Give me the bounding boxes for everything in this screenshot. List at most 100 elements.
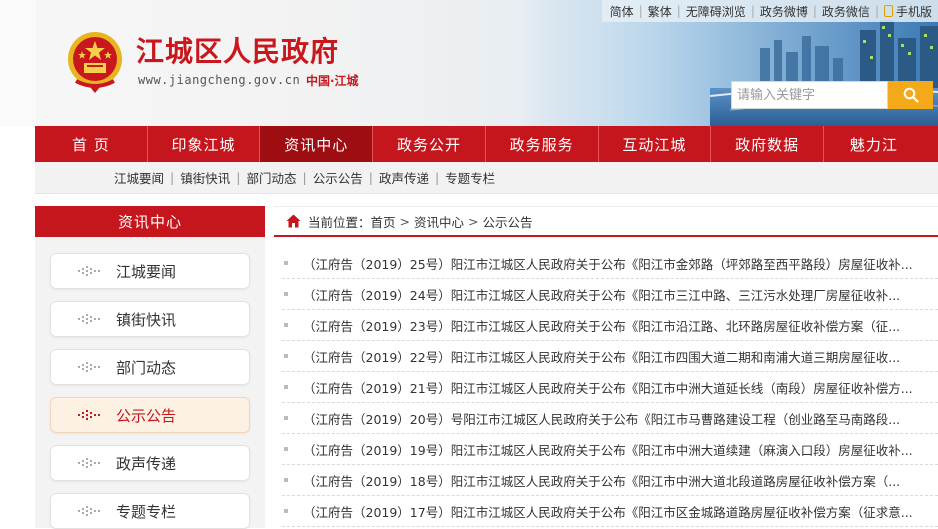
main-content: 当前位置： 首页 > 资讯中心 > 公示公告 （江府告（2019）25号）阳江市…: [274, 206, 938, 528]
bullet-icon: [284, 323, 288, 327]
nav-charm[interactable]: 魅力江: [824, 126, 938, 162]
divider: |: [676, 4, 681, 18]
subnav-item[interactable]: 专题专栏: [445, 168, 495, 187]
link-weibo[interactable]: 政务微博: [760, 3, 808, 20]
site-header: 江城区人民政府 www.jiangcheng.gov.cn 中国·江城 简体 |…: [0, 0, 938, 126]
list-item[interactable]: （江府告（2019）18号）阳江市江城区人民政府关于公布《阳江市中洲大道北段道路…: [282, 465, 938, 496]
sidebar-item-label: 专题专栏: [116, 502, 177, 521]
sidebar-item[interactable]: 政声传递: [50, 445, 250, 481]
main-nav: 首 页 印象江城 资讯中心 政务公开 政务服务 互动江城 政府数据 魅力江: [35, 126, 938, 162]
nav-home[interactable]: 首 页: [35, 126, 148, 162]
list-item[interactable]: （江府告（2019）24号）阳江市江城区人民政府关于公布《阳江市三江中路、三江污…: [282, 279, 938, 310]
article-title: （江府告（2019）25号）阳江市江城区人民政府关于公布《阳江市金郊路（坪郊路至…: [303, 256, 913, 272]
bullet-icon: [284, 509, 288, 513]
dots-icon: [78, 458, 100, 468]
link-mobile[interactable]: 手机版: [883, 3, 932, 20]
top-links: 简体 | 繁体 | 无障碍浏览 | 政务微博 | 政务微信 | 手机版: [601, 0, 938, 22]
nav-gov-services[interactable]: 政务服务: [486, 126, 599, 162]
breadcrumb-label: 当前位置：: [308, 214, 371, 230]
home-icon: [286, 214, 301, 228]
bullet-icon: [284, 261, 288, 265]
article-list: （江府告（2019）25号）阳江市江城区人民政府关于公布《阳江市金郊路（坪郊路至…: [282, 248, 938, 527]
sub-nav: 江城要闻 | 镇街快讯 | 部门动态 | 公示公告 | 政声传递 | 专题专栏: [35, 162, 938, 194]
site-region: 中国·江城: [306, 74, 359, 88]
nav-gov-data[interactable]: 政府数据: [711, 126, 824, 162]
link-simplified[interactable]: 简体: [610, 3, 634, 20]
subnav-item[interactable]: 江城要闻: [114, 168, 164, 187]
list-item[interactable]: （江府告（2019）22号）阳江市江城区人民政府关于公布《阳江市四围大道二期和南…: [282, 341, 938, 372]
national-emblem-icon: [68, 32, 122, 93]
site-title: 江城区人民政府: [136, 35, 340, 68]
site-url: www.jiangcheng.gov.cn: [138, 73, 301, 87]
sidebar-item-label: 江城要闻: [116, 262, 177, 281]
dots-icon: [78, 314, 100, 324]
chevron-right-icon: >: [468, 213, 479, 229]
article-title: （江府告（2019）19号）阳江市江城区人民政府关于公布《阳江市中洲大道续建（麻…: [303, 442, 913, 458]
link-accessibility[interactable]: 无障碍浏览: [686, 3, 746, 20]
breadcrumb: 当前位置： 首页 > 资讯中心 > 公示公告: [274, 206, 938, 237]
bullet-icon: [284, 416, 288, 420]
divider: |: [874, 4, 879, 18]
dots-icon: [78, 266, 100, 276]
article-title: （江府告（2019）22号）阳江市江城区人民政府关于公布《阳江市四围大道二期和南…: [303, 349, 901, 365]
bullet-icon: [284, 385, 288, 389]
subnav-item[interactable]: 公示公告: [313, 168, 363, 187]
subnav-item[interactable]: 镇街快讯: [180, 168, 230, 187]
sidebar-item[interactable]: 专题专栏: [50, 493, 250, 529]
divider: |: [750, 4, 755, 18]
breadcrumb-current[interactable]: 公示公告: [483, 212, 533, 231]
bullet-icon: [284, 354, 288, 358]
divider: |: [170, 170, 175, 185]
divider: |: [638, 4, 643, 18]
sidebar-title: 资讯中心: [35, 206, 265, 237]
sidebar-item-label: 政声传递: [116, 454, 177, 473]
link-mobile-label: 手机版: [895, 4, 932, 19]
search-input[interactable]: [731, 81, 888, 109]
chevron-right-icon: >: [399, 213, 411, 229]
list-item[interactable]: （江府告（2019）20号）号阳江市江城区人民政府关于公布《阳江市马曹路建设工程…: [282, 403, 938, 434]
breadcrumb-news-center[interactable]: 资讯中心: [414, 212, 464, 231]
breadcrumb-home[interactable]: 首页: [371, 212, 396, 231]
divider: |: [236, 170, 241, 185]
article-title: （江府告（2019）17号）阳江市江城区人民政府关于公布《阳江市区金城路道路房屋…: [303, 504, 913, 520]
nav-impression[interactable]: 印象江城: [148, 126, 261, 162]
article-title: （江府告（2019）21号）阳江市江城区人民政府关于公布《阳江市中洲大道延长线（…: [303, 380, 913, 396]
list-item[interactable]: （江府告（2019）17号）阳江市江城区人民政府关于公布《阳江市区金城路道路房屋…: [282, 496, 938, 527]
list-item[interactable]: （江府告（2019）23号）阳江市江城区人民政府关于公布《阳江市沿江路、北环路房…: [282, 310, 938, 341]
sidebar-item[interactable]: 部门动态: [50, 349, 250, 385]
list-item[interactable]: （江府告（2019）25号）阳江市江城区人民政府关于公布《阳江市金郊路（坪郊路至…: [282, 248, 938, 279]
list-item[interactable]: （江府告（2019）19号）阳江市江城区人民政府关于公布《阳江市中洲大道续建（麻…: [282, 434, 938, 465]
link-traditional[interactable]: 繁体: [648, 3, 672, 20]
subnav-item[interactable]: 政声传递: [379, 168, 429, 187]
bullet-icon: [284, 447, 288, 451]
nav-gov-disclosure[interactable]: 政务公开: [373, 126, 486, 162]
dots-icon: [78, 410, 100, 420]
article-title: （江府告（2019）18号）阳江市江城区人民政府关于公布《阳江市中洲大道北段道路…: [303, 473, 901, 489]
search-box: [731, 81, 933, 109]
search-button[interactable]: [888, 81, 933, 109]
divider: |: [302, 170, 307, 185]
sidebar: 资讯中心 江城要闻 镇街快讯 部门动态 公示公告 政声传递 专题专栏: [35, 206, 265, 529]
article-title: （江府告（2019）20号）号阳江市江城区人民政府关于公布《阳江市马曹路建设工程…: [303, 411, 901, 427]
subnav-item[interactable]: 部门动态: [246, 168, 296, 187]
article-title: （江府告（2019）23号）阳江市江城区人民政府关于公布《阳江市沿江路、北环路房…: [303, 318, 901, 334]
sidebar-item[interactable]: 江城要闻: [50, 253, 250, 289]
divider: |: [434, 170, 440, 185]
sidebar-item-label: 镇街快讯: [116, 310, 177, 329]
link-wechat[interactable]: 政务微信: [822, 3, 870, 20]
nav-interaction[interactable]: 互动江城: [599, 126, 712, 162]
sidebar-item-active[interactable]: 公示公告: [50, 397, 250, 433]
bullet-icon: [284, 292, 288, 296]
sidebar-item-label: 部门动态: [116, 358, 177, 377]
header-edge: [0, 0, 36, 126]
sidebar-item[interactable]: 镇街快讯: [50, 301, 250, 337]
dots-icon: [78, 362, 100, 372]
search-icon: [903, 87, 919, 103]
divider: |: [368, 170, 373, 185]
list-item[interactable]: （江府告（2019）21号）阳江市江城区人民政府关于公布《阳江市中洲大道延长线（…: [282, 372, 938, 403]
nav-news-center[interactable]: 资讯中心: [260, 126, 374, 162]
sidebar-item-label: 公示公告: [116, 406, 177, 425]
phone-icon: [883, 4, 893, 17]
dots-icon: [78, 506, 100, 516]
bullet-icon: [284, 478, 288, 482]
